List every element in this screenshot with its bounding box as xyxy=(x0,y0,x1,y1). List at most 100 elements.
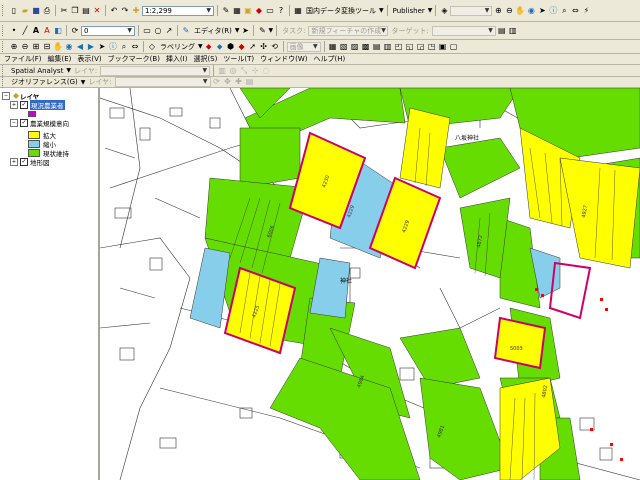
command-line-icon[interactable]: ▭ xyxy=(265,6,275,16)
rotate-icon[interactable]: ⟳ xyxy=(70,26,80,36)
find-icon[interactable]: ⌕ xyxy=(119,42,129,52)
layout-icon-11[interactable]: ▣ xyxy=(438,42,448,52)
zoom-out-icon[interactable]: ⊖ xyxy=(504,6,514,16)
spatial-layer-combo[interactable]: ▼ xyxy=(100,65,211,76)
line-of-sight-icon[interactable]: ⊹ xyxy=(250,66,260,76)
pan-icon[interactable]: ✋ xyxy=(53,42,63,52)
select-features-icon[interactable]: ➤ xyxy=(97,42,107,52)
toolbox-icon[interactable]: ◆ xyxy=(254,6,264,16)
spatial-analyst-menu[interactable]: Spatial Analyst xyxy=(9,67,65,75)
cut-icon[interactable]: ✂ xyxy=(59,6,69,16)
menu-edit[interactable]: 編集(E) xyxy=(48,54,72,64)
help-icon[interactable]: ? xyxy=(276,6,286,16)
pin-label-icon[interactable]: ➚ xyxy=(248,42,258,52)
draw-text-icon[interactable]: A xyxy=(31,26,41,36)
histogram-icon[interactable]: ▥ xyxy=(217,66,227,76)
toolbar-grip[interactable] xyxy=(2,41,6,52)
layout-icon-10[interactable]: ◳ xyxy=(427,42,437,52)
view-link-table-icon[interactable]: ▤ xyxy=(245,77,255,87)
layout-icon-3[interactable]: ▨ xyxy=(350,42,360,52)
menu-insert[interactable]: 挿入(I) xyxy=(166,54,188,64)
toolbar-grip[interactable] xyxy=(2,76,6,88)
new-document-icon[interactable]: ▯ xyxy=(9,6,19,16)
label-manager-icon[interactable]: ⬥ xyxy=(204,42,214,52)
lock-labels-icon[interactable]: ⬢ xyxy=(226,42,236,52)
fix-label-icon[interactable]: ✣ xyxy=(259,42,269,52)
fill-color-icon[interactable]: ◧ xyxy=(53,26,63,36)
draw-line-icon[interactable]: ╱ xyxy=(20,26,30,36)
add-data-icon[interactable]: ✚ xyxy=(131,6,141,16)
editor-menu[interactable]: エディタ(R) xyxy=(192,26,234,36)
menu-selection[interactable]: 選択(S) xyxy=(193,54,217,64)
expand-icon[interactable]: + xyxy=(10,157,18,166)
print-icon[interactable]: ⎙ xyxy=(42,6,52,16)
open-folder-icon[interactable]: ▰ xyxy=(20,6,30,16)
editor-icon[interactable]: ✎ xyxy=(181,26,191,36)
menu-help[interactable]: ヘルプ(H) xyxy=(314,54,346,64)
menu-tools[interactable]: ツール(T) xyxy=(223,54,254,64)
scale-combo[interactable]: 1:2,299 ▼ xyxy=(142,5,214,16)
layout-icon-4[interactable]: ▩ xyxy=(361,42,371,52)
steepest-path-icon[interactable]: ⤡ xyxy=(239,66,249,76)
labeling-menu[interactable]: ラベリング xyxy=(158,42,197,52)
font-color-icon[interactable]: A xyxy=(42,26,52,36)
layout-icon-5[interactable]: ▤ xyxy=(372,42,382,52)
georef-layer-combo[interactable]: ▼ xyxy=(114,77,211,87)
catalog-icon[interactable]: ▣ xyxy=(243,6,253,16)
layout-icon-6[interactable]: ▥ xyxy=(383,42,393,52)
layer-visibility-checkbox[interactable]: ✓ xyxy=(20,157,28,166)
layer-combo[interactable]: ▼ xyxy=(450,5,493,16)
layer-visibility-checkbox[interactable]: ✓ xyxy=(20,100,28,109)
fixed-zoom-out-icon[interactable]: ⊟ xyxy=(42,42,52,52)
paste-icon[interactable]: ▤ xyxy=(81,6,91,16)
shape-icon[interactable]: ▭ xyxy=(142,26,152,36)
toolbox-dataconvert-icon[interactable]: ▦ xyxy=(293,6,303,16)
toc-layer-farmers[interactable]: + ✓ 現況農業者 xyxy=(2,99,98,110)
shift-icon[interactable]: ✥ xyxy=(223,77,233,87)
layout-icon-1[interactable]: ▦ xyxy=(328,42,338,52)
editor-toolbar-icon[interactable]: ✎ xyxy=(221,6,231,16)
label-weight-icon[interactable]: ⬥ xyxy=(215,42,225,52)
draw-point-icon[interactable]: • xyxy=(9,26,19,36)
measure-icon[interactable]: ⇔ xyxy=(570,6,580,16)
rotate-icon[interactable]: ⟳ xyxy=(212,77,222,87)
attributes-icon[interactable]: ▤ xyxy=(497,26,507,36)
publisher-menu[interactable]: Publisher xyxy=(391,7,427,15)
georeferencing-menu[interactable]: ジオリファレンス(G) xyxy=(9,77,80,87)
identify-icon[interactable]: ⓘ xyxy=(108,42,118,52)
toolbar-grip[interactable] xyxy=(2,65,6,76)
table-icon[interactable]: ▦ xyxy=(232,6,242,16)
fixed-zoom-in-icon[interactable]: ⊞ xyxy=(31,42,41,52)
identify-icon[interactable]: ◈ xyxy=(439,6,449,16)
toolbar-grip[interactable] xyxy=(2,5,6,16)
find-icon[interactable]: ⌕ xyxy=(559,6,569,16)
layer-symbol[interactable] xyxy=(28,110,36,117)
layout-icon-7[interactable]: ◰ xyxy=(394,42,404,52)
raster-combo[interactable]: 画像 ▼ xyxy=(286,41,321,52)
measure-icon[interactable]: ⇔ xyxy=(130,42,140,52)
map-display[interactable]: 八坂神社 神社 4230 4229 4225 4229 5003 4984 49… xyxy=(100,88,640,480)
label-icon[interactable]: ◇ xyxy=(147,42,157,52)
zoom-in-icon[interactable]: ⊕ xyxy=(9,42,19,52)
save-icon[interactable]: ■ xyxy=(31,6,41,16)
layout-icon-12[interactable]: ▢ xyxy=(449,42,459,52)
legend-swatch[interactable] xyxy=(28,148,40,157)
select-arrow-icon[interactable]: ➤ xyxy=(537,6,547,16)
undo-icon[interactable]: ↶ xyxy=(109,6,119,16)
toc-layer-basemap[interactable]: + ✓ 地形図 xyxy=(2,157,98,167)
legend-swatch[interactable] xyxy=(28,130,40,139)
pan-icon[interactable]: ✋ xyxy=(515,6,525,16)
menu-window[interactable]: ウィンドウ(W) xyxy=(260,54,307,64)
forward-extent-icon[interactable]: ▶ xyxy=(86,42,96,52)
snap-combo[interactable]: 0 ▼ xyxy=(81,25,135,36)
copy-icon[interactable]: ❐ xyxy=(70,6,80,16)
dataconvert-menu[interactable]: 国内データ変換ツール xyxy=(304,6,378,16)
menu-bookmarks[interactable]: ブックマーク(B) xyxy=(108,54,160,64)
toolbar-grip[interactable] xyxy=(2,25,6,36)
toc-layer-intention[interactable]: − ✓ 農業規模意向 xyxy=(2,118,98,128)
expand-icon[interactable]: + xyxy=(10,100,18,109)
layout-icon-8[interactable]: ◱ xyxy=(405,42,415,52)
rotate-label-icon[interactable]: ⟲ xyxy=(270,42,280,52)
view-unplaced-icon[interactable]: ◆ xyxy=(237,42,247,52)
full-extent-icon[interactable]: ◉ xyxy=(64,42,74,52)
